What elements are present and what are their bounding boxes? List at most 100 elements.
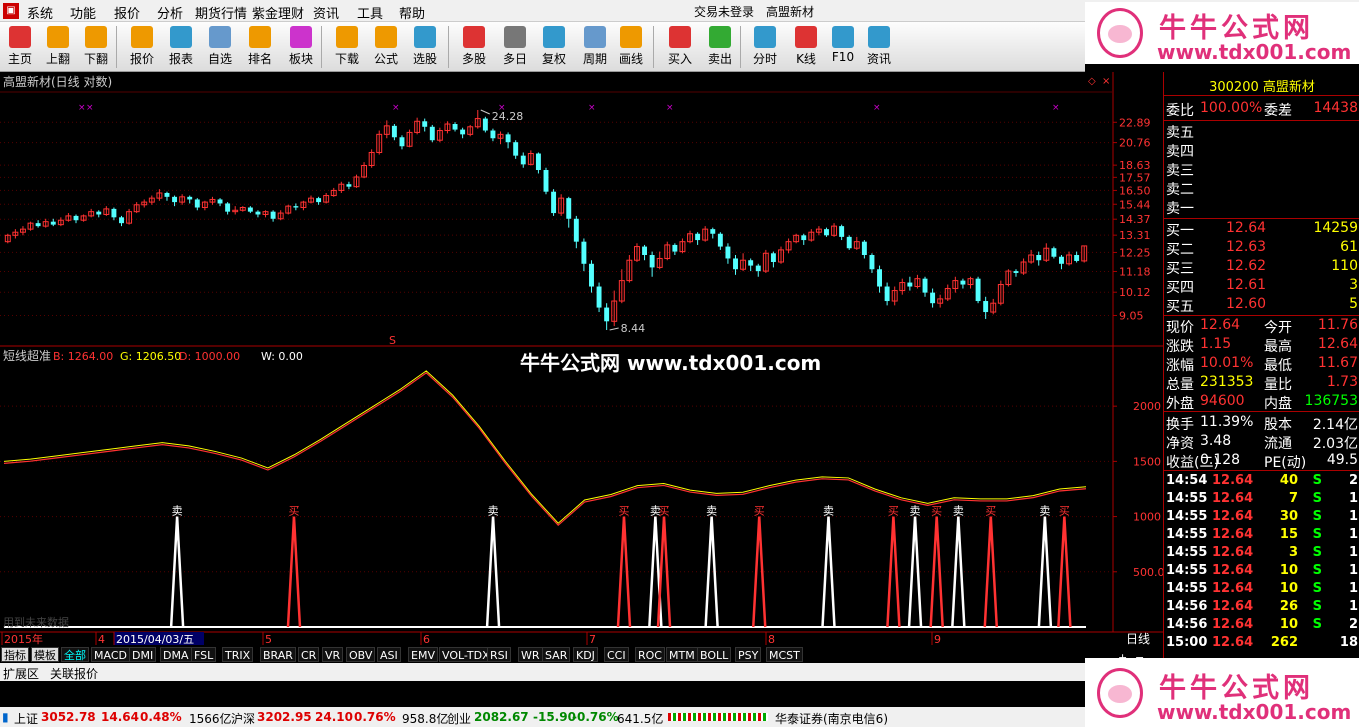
toolbar-button-label: 报表 — [168, 52, 193, 66]
toolbar-button-12[interactable]: 多日 — [495, 24, 535, 70]
indicator-tab-dmi[interactable]: DMI — [129, 647, 157, 662]
menu-analysis[interactable]: 分析 — [157, 3, 183, 22]
toolbar-button-20[interactable]: F10 — [823, 24, 863, 70]
tick-time: 14:56 — [1166, 599, 1208, 614]
tick-volume: 7 — [1288, 491, 1298, 506]
indicator-tab-psy[interactable]: PSY — [735, 647, 762, 662]
close-chart-icon[interactable]: × — [1102, 76, 1110, 87]
toolbar-button-8[interactable]: 下载 — [327, 24, 367, 70]
indicator-tab-obv[interactable]: OBV — [346, 647, 376, 662]
indicator-tab-asi[interactable]: ASI — [377, 647, 401, 662]
kline-chart[interactable]: 22.89 20.76 18.6317.5716.5015.44 14.37 13.31… — [0, 72, 1165, 646]
sell-level-label: 卖二 — [1166, 182, 1194, 198]
indicator-tab-vol-tdx[interactable]: VOL-TDX — [439, 647, 493, 662]
report-icon — [170, 26, 192, 48]
trade-login-status[interactable]: 交易未登录 — [694, 3, 754, 20]
toolbar-separator — [740, 26, 741, 68]
toolbar-button-17[interactable]: 卖出 — [700, 24, 740, 70]
menu-system[interactable]: 系统 — [27, 3, 53, 22]
toolbar-button-1[interactable]: 上翻 — [38, 24, 78, 70]
ad-banner-bottom[interactable]: 牛牛公式网 www.tdx001.com — [1085, 658, 1359, 727]
menu-futures[interactable]: 期货行情 — [195, 3, 247, 22]
tick-price: 12.64 — [1212, 581, 1254, 596]
toolbar-button-18[interactable]: 分时 — [745, 24, 785, 70]
toolbar-button-0[interactable]: 主页 — [0, 24, 40, 70]
menu-quote[interactable]: 报价 — [114, 3, 140, 22]
toolbar-button-3[interactable]: 报价 — [122, 24, 162, 70]
price-tick-label: 18.63 — [1119, 159, 1151, 172]
price-tick-label: 12.25 — [1119, 246, 1151, 259]
weicha-value: 14438 — [1313, 100, 1358, 116]
indicator-tab-cr[interactable]: CR — [298, 647, 320, 662]
toolbar-button-9[interactable]: 公式 — [366, 24, 406, 70]
tab-related-quotes[interactable]: 关联报价 — [50, 665, 98, 682]
tick-side: S — [1312, 509, 1322, 524]
indicator-tab-sar[interactable]: SAR — [542, 647, 571, 662]
candle-body — [748, 260, 754, 266]
indicator-tab-全部[interactable]: 全部 — [61, 647, 89, 662]
indicator-tab-cci[interactable]: CCI — [604, 647, 629, 662]
menu-function[interactable]: 功能 — [70, 3, 96, 22]
index-cy-value[interactable]: 2082.67 — [474, 710, 529, 724]
stat-value: 2.14亿 — [1312, 417, 1358, 433]
toolbar-button-10[interactable]: 选股 — [405, 24, 445, 70]
toolbar-button-21[interactable]: 资讯 — [859, 24, 899, 70]
purple-marker: × — [873, 103, 881, 113]
toolbar-button-6[interactable]: 排名 — [240, 24, 280, 70]
indicator-tab-trix[interactable]: TRIX — [222, 647, 254, 662]
indicator-tab-rsi[interactable]: RSI — [487, 647, 511, 662]
indicator-tab-macd[interactable]: MACD — [91, 647, 130, 662]
candle-body — [346, 184, 352, 187]
toolbar-button-7[interactable]: 板块 — [281, 24, 321, 70]
indicator-tab-mtm[interactable]: MTM — [666, 647, 698, 662]
indicator-tab-roc[interactable]: ROC — [635, 647, 665, 662]
menu-news[interactable]: 资讯 — [313, 3, 339, 22]
menu-tools[interactable]: 工具 — [357, 3, 383, 22]
indicator-tab-boll[interactable]: BOLL — [697, 647, 732, 662]
stat-label: 最高 — [1264, 339, 1292, 355]
chart-area[interactable]: 22.89 20.76 18.63 17.57 16.50 15.44 14.37 13.31… — [0, 72, 1165, 646]
toolbar-button-4[interactable]: 报表 — [161, 24, 201, 70]
menu-finance[interactable]: 紫金理财 — [252, 3, 304, 22]
quote-panel: 300200 高盟新材 委比 100.00% 委差 14438 卖五 卖四 卖三 卖二 卖一 买一… — [1163, 72, 1359, 658]
indicator-tab-kdj[interactable]: KDJ — [573, 647, 598, 662]
toolbar-button-15[interactable]: 画线 — [611, 24, 651, 70]
date-label: 9 — [934, 633, 941, 645]
indicator-tab-emv[interactable]: EMV — [408, 647, 438, 662]
toolbar-button-19[interactable]: K线 — [786, 24, 826, 70]
indicator-tab-dma[interactable]: DMA — [160, 647, 192, 662]
price-tick-label: 17.57 — [1119, 171, 1151, 184]
candle-body — [907, 282, 913, 287]
indicator-tab-模板[interactable]: 模板 — [31, 647, 59, 662]
indicator-tab-指标[interactable]: 指标 — [1, 647, 29, 662]
toolbar-button-13[interactable]: 复权 — [534, 24, 574, 70]
candle-body — [770, 253, 776, 263]
broker-name[interactable]: 华泰证券(南京电信6) — [775, 710, 888, 727]
candle-body — [164, 192, 170, 197]
toolbar-button-label: 下载 — [334, 52, 359, 66]
toolbar-button-11[interactable]: 多股 — [454, 24, 494, 70]
ad-banner-top[interactable]: 牛牛公式网 www.tdx001.com — [1085, 2, 1359, 64]
purple-marker: × — [78, 103, 86, 113]
indicator-tab-mcst[interactable]: MCST — [766, 647, 803, 662]
menu-help[interactable]: 帮助 — [399, 3, 425, 22]
toolbar-button-5[interactable]: 自选 — [200, 24, 240, 70]
toolbar-button-16[interactable]: 买入 — [660, 24, 700, 70]
candle-body — [96, 211, 102, 215]
diamond-icon[interactable]: ◇ — [1088, 76, 1096, 87]
toolbar-button-14[interactable]: 周期 — [575, 24, 615, 70]
candle-body — [930, 292, 936, 304]
index-sh-value[interactable]: 3052.78 — [41, 710, 96, 724]
indicator-tab-brar[interactable]: BRAR — [260, 647, 296, 662]
candle-body — [513, 142, 519, 156]
indicator-tab-vr[interactable]: VR — [322, 647, 344, 662]
tick-count: 2 — [1348, 473, 1358, 488]
price-tick-label: 15.44 — [1119, 198, 1151, 211]
indicator-tab-fsl[interactable]: FSL — [191, 647, 217, 662]
index-sz-value[interactable]: 3202.95 — [257, 710, 312, 724]
toolbar-button-2[interactable]: 下翻 — [76, 24, 116, 70]
indicator-tab-wr[interactable]: WR — [518, 647, 543, 662]
buy-level-label: 买四 — [1166, 280, 1194, 296]
stat-value: 3.48 — [1200, 433, 1232, 449]
tab-extension-area[interactable]: 扩展区 — [3, 665, 39, 682]
